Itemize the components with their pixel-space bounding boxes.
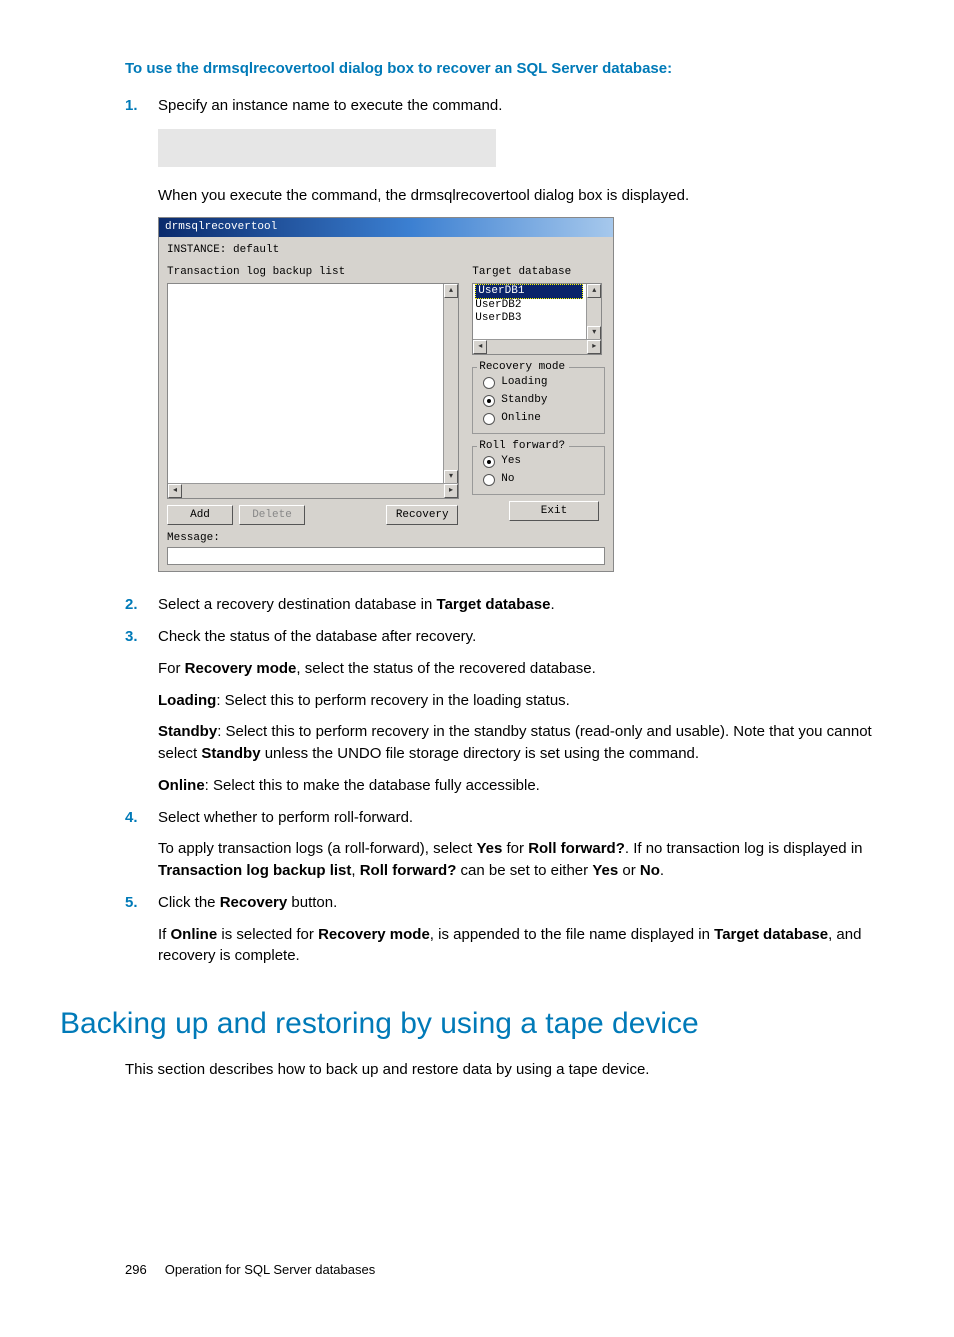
step-para: Standby: Select this to perform recovery…	[158, 721, 884, 765]
section-heading: Backing up and restoring by using a tape…	[60, 1007, 884, 1041]
step-para: To apply transaction logs (a roll-forwar…	[158, 838, 884, 882]
step-para: When you execute the command, the drmsql…	[158, 185, 884, 207]
step-3: 3. Check the status of the database afte…	[125, 626, 884, 797]
radio-standby[interactable]: Standby	[483, 393, 600, 409]
scrollbar-horizontal[interactable]: ◂ ▸	[473, 339, 601, 354]
radio-loading[interactable]: Loading	[483, 375, 600, 391]
radio-online[interactable]: Online	[483, 411, 600, 427]
scroll-right-icon[interactable]: ▸	[587, 340, 601, 354]
dialog-body: INSTANCE: default Transaction log backup…	[159, 237, 613, 571]
step-para: Online: Select this to make the database…	[158, 775, 884, 797]
footer-title: Operation for SQL Server databases	[165, 1262, 376, 1277]
instance-label: INSTANCE: default	[167, 243, 605, 259]
section-description: This section describes how to back up an…	[125, 1059, 884, 1082]
txlog-listbox[interactable]: ▴ ▾ ◂ ▸	[167, 283, 459, 499]
code-block	[158, 129, 496, 167]
scrollbar-horizontal[interactable]: ◂ ▸	[168, 483, 458, 498]
roll-forward-group: Roll forward? Yes No	[472, 446, 605, 495]
scrollbar-vertical[interactable]: ▴ ▾	[586, 284, 601, 340]
txlog-label: Transaction log backup list	[167, 265, 464, 281]
scroll-up-icon[interactable]: ▴	[587, 284, 601, 298]
scroll-down-icon[interactable]: ▾	[587, 326, 601, 340]
step-para: If Online is selected for Recovery mode,…	[158, 924, 884, 968]
scrollbar-vertical[interactable]: ▴ ▾	[443, 284, 458, 484]
page-number: 296	[125, 1262, 147, 1277]
exit-button[interactable]: Exit	[509, 501, 599, 521]
scroll-up-icon[interactable]: ▴	[444, 284, 458, 298]
message-label: Message:	[167, 531, 605, 547]
step-4: 4. Select whether to perform roll-forwar…	[125, 807, 884, 882]
ordered-steps: 1. Specify an instance name to execute t…	[125, 95, 884, 967]
step-2: 2. Select a recovery destination databas…	[125, 594, 884, 616]
step-number: 2.	[125, 594, 138, 616]
dialog-titlebar: drmsqlrecovertool	[159, 218, 613, 238]
target-db-item-selected[interactable]: UserDB1	[473, 284, 601, 299]
step-number: 5.	[125, 892, 138, 914]
radio-yes[interactable]: Yes	[483, 454, 600, 470]
step-number: 1.	[125, 95, 138, 117]
step-1: 1. Specify an instance name to execute t…	[125, 95, 884, 572]
target-db-item[interactable]: UserDB3	[473, 312, 601, 325]
step-text: Specify an instance name to execute the …	[158, 97, 502, 114]
procedure-heading: To use the drmsqlrecovertool dialog box …	[125, 60, 884, 77]
delete-button[interactable]: Delete	[239, 505, 305, 525]
step-para: Loading: Select this to perform recovery…	[158, 690, 884, 712]
radio-no[interactable]: No	[483, 472, 600, 488]
step-number: 3.	[125, 626, 138, 648]
step-para: For Recovery mode, select the status of …	[158, 658, 884, 680]
recovery-button[interactable]: Recovery	[386, 505, 458, 525]
document-page: To use the drmsqlrecovertool dialog box …	[0, 0, 954, 1337]
step-number: 4.	[125, 807, 138, 829]
step-5: 5. Click the Recovery button. If Online …	[125, 892, 884, 967]
target-db-label: Target database	[472, 265, 605, 281]
scroll-left-icon[interactable]: ◂	[473, 340, 487, 354]
drmsqlrecovertool-dialog: drmsqlrecovertool INSTANCE: default Tran…	[158, 217, 614, 573]
target-db-item[interactable]: UserDB2	[473, 299, 601, 312]
target-db-listbox[interactable]: UserDB1 UserDB2 UserDB3 ▴ ▾ ◂ ▸	[472, 283, 602, 355]
scroll-left-icon[interactable]: ◂	[168, 484, 182, 498]
page-footer: 296 Operation for SQL Server databases	[125, 1262, 884, 1277]
recovery-mode-group: Recovery mode Loading Standby Online	[472, 367, 605, 434]
add-button[interactable]: Add	[167, 505, 233, 525]
scroll-right-icon[interactable]: ▸	[444, 484, 458, 498]
message-box	[167, 547, 605, 565]
scroll-down-icon[interactable]: ▾	[444, 470, 458, 484]
